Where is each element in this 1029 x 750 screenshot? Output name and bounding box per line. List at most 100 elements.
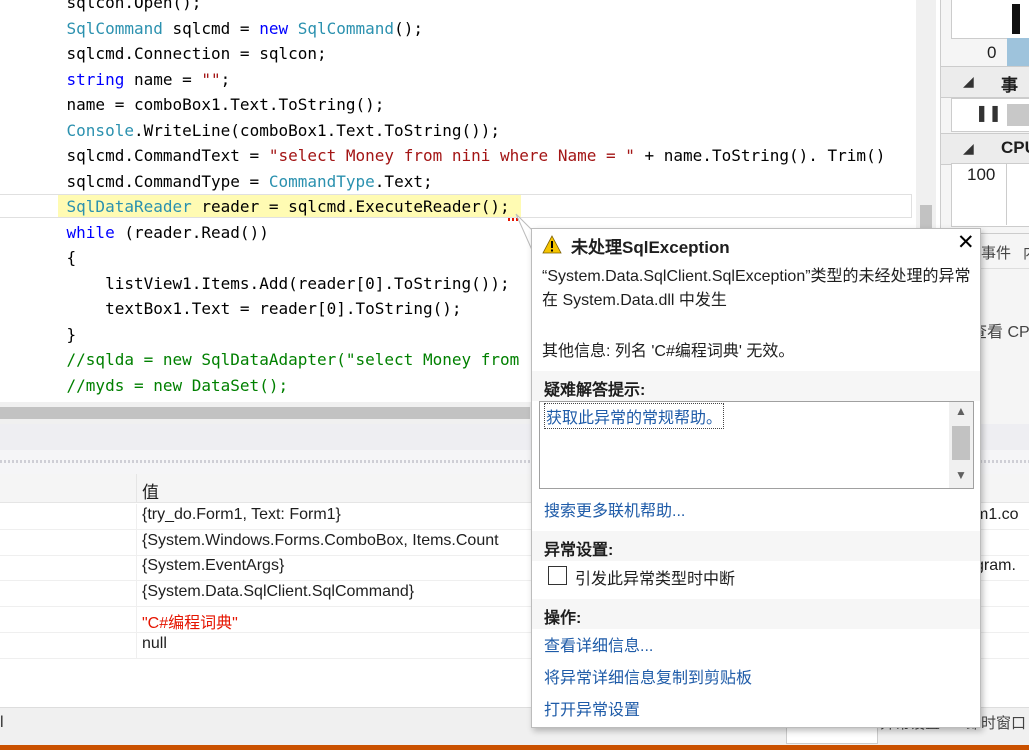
code-line[interactable]: Console.WriteLine(comboBox1.Text.ToStrin…: [28, 118, 500, 143]
code-token: sqlcmd.CommandType =: [28, 171, 269, 191]
editor-scroll-thumb[interactable]: [920, 205, 932, 229]
open-exception-settings-link[interactable]: 打开异常设置: [544, 696, 640, 720]
code-line[interactable]: listView1.Items.Add(reader[0].ToString()…: [28, 271, 510, 296]
code-token: .Text;: [374, 171, 433, 191]
code-token: }: [28, 324, 77, 344]
code-line[interactable]: string name = "";: [28, 67, 231, 92]
code-token: sqlcon.Open();: [28, 0, 202, 12]
additional-info: 其他信息: 列名 'C#编程词典' 无效。: [542, 343, 795, 360]
locals-value-cell[interactable]: {try_do.Form1, Text: Form1}: [142, 506, 341, 524]
code-line[interactable]: //myds = new DataSet();: [28, 373, 289, 398]
cpu-section-title: CPU: [1001, 138, 1029, 157]
locals-value-cell[interactable]: "C#编程词典": [142, 609, 238, 633]
locals-name-cell[interactable]: [0, 555, 137, 581]
actions-section-band: 操作:: [532, 599, 980, 629]
code-line[interactable]: {: [28, 245, 77, 270]
code-token: CommandType: [268, 171, 375, 191]
code-token: "": [201, 69, 221, 89]
locals-type-cell: m1.co: [975, 506, 1019, 523]
locals-type-cell: gram.: [975, 557, 1016, 575]
code-token: name = comboBox1.Text.ToString();: [28, 95, 385, 114]
code-line[interactable]: SqlDataReader reader = sqlcmd.ExecuteRea…: [28, 194, 510, 219]
tips-section-band: 疑难解答提示:: [532, 371, 980, 401]
popup-header: 未处理SqlException ✕: [532, 229, 980, 261]
code-line[interactable]: while (reader.Read()): [28, 220, 269, 245]
general-help-link[interactable]: 获取此异常的常规帮助。: [544, 403, 725, 429]
code-line[interactable]: }: [28, 322, 77, 347]
code-token: ;: [220, 69, 231, 89]
tips-scrollbar[interactable]: ▲ ▼: [949, 402, 973, 488]
code-line[interactable]: name = comboBox1.Text.ToString();: [28, 92, 385, 117]
code-line[interactable]: sqlcon.Open();: [28, 0, 202, 15]
code-line[interactable]: SqlCommand sqlcmd = new SqlCommand();: [28, 16, 423, 41]
settings-section-band: 异常设置:: [532, 531, 980, 561]
code-line[interactable]: sqlcmd.CommandText = "select Money from …: [28, 143, 886, 168]
code-token: sqlcmd.Connection = sqlcon;: [28, 44, 327, 63]
code-token: reader = sqlcmd.ExecuteReader();: [191, 197, 510, 216]
locals-value-cell[interactable]: null: [142, 635, 167, 653]
view-details-link[interactable]: 查看详细信息...: [544, 632, 653, 656]
code-token: sqlcmd =: [162, 18, 260, 38]
code-token: .WriteLine(comboBox1.Text.ToString());: [133, 120, 501, 140]
code-token: (reader.Read()): [114, 222, 269, 242]
locals-value-cell[interactable]: {System.Windows.Forms.ComboBox, Items.Co…: [142, 532, 499, 550]
column-separator[interactable]: [136, 474, 137, 502]
chevron-up-icon[interactable]: ▲: [955, 404, 967, 418]
events-section-header[interactable]: ◢ 事件: [941, 66, 1029, 120]
timeline-zero-label: 0: [987, 43, 997, 62]
locals-name-cell[interactable]: [0, 529, 137, 555]
locals-name-cell[interactable]: [0, 581, 137, 607]
code-token: ();: [394, 18, 423, 38]
tab-events[interactable]: 事件: [981, 242, 1011, 263]
code-token: Console: [66, 120, 134, 140]
code-line[interactable]: textBox1.Text = reader[0].ToString();: [28, 296, 461, 321]
tips-scroll-thumb[interactable]: [952, 426, 970, 460]
copy-details-link[interactable]: 将异常详细信息复制到剪贴板: [544, 664, 752, 688]
chevron-down-icon[interactable]: ▼: [955, 468, 967, 482]
code-line[interactable]: sqlcmd.Connection = sqlcon;: [28, 41, 327, 66]
code-line[interactable]: sqlcmd.CommandType = CommandType.Text;: [28, 169, 433, 194]
locals-value-cell[interactable]: {System.Data.SqlClient.SqlCommand}: [142, 583, 414, 601]
code-token: //myds = new DataSet();: [28, 375, 289, 395]
locals-name-cell[interactable]: [0, 606, 137, 632]
timeline-fill: [1007, 38, 1029, 66]
close-icon[interactable]: ✕: [957, 231, 975, 255]
tab-memory[interactable]: 内: [1023, 242, 1029, 263]
actions-section-title: 操作:: [544, 610, 582, 627]
debug-status-strip: [0, 745, 1029, 750]
locals-value-cell[interactable]: {System.EventArgs}: [142, 557, 284, 575]
collapse-arrow-icon[interactable]: ◢: [963, 73, 974, 90]
settings-section-title: 异常设置:: [544, 542, 614, 559]
tips-section-title: 疑难解答提示:: [544, 382, 646, 399]
code-token: new: [259, 18, 289, 38]
code-token: //sqlda = new SqlDataAdapter("select Mon…: [28, 350, 520, 369]
code-token: sqlcmd.CommandText =: [28, 146, 269, 165]
code-token: string: [66, 69, 125, 89]
tips-list: 获取此异常的常规帮助。 ▲ ▼: [539, 401, 974, 489]
code-token: {: [28, 248, 77, 267]
bottom-left-label: l: [0, 714, 4, 731]
timeline-marker: [1012, 4, 1020, 34]
code-token: "select Money from nini where Name = ": [268, 146, 635, 165]
popup-title: 未处理SqlException: [571, 238, 730, 257]
break-on-exception-label[interactable]: 引发此异常类型时中断: [575, 565, 735, 589]
search-online-help-link[interactable]: 搜索更多联机帮助...: [544, 497, 685, 521]
warning-icon: [542, 235, 562, 254]
editor-hscroll-thumb[interactable]: [0, 407, 530, 419]
collapse-arrow-icon[interactable]: ◢: [963, 140, 974, 157]
locals-name-cell[interactable]: [0, 504, 137, 529]
pause-icon[interactable]: ❚❚: [975, 103, 1002, 123]
code-token: listView1.Items.Add(reader[0].ToString()…: [28, 273, 510, 293]
cpu-section-header[interactable]: ◢ CPU: [941, 133, 1029, 165]
code-token: while: [66, 222, 115, 242]
code-token: + name.ToString(). Trim(): [634, 146, 886, 165]
value-column-header[interactable]: 值: [142, 478, 159, 503]
code-line[interactable]: //sqlda = new SqlDataAdapter("select Mon…: [28, 347, 520, 372]
break-on-exception-checkbox[interactable]: [548, 566, 567, 585]
code-token: name =: [124, 69, 202, 89]
locals-name-cell[interactable]: [0, 632, 137, 658]
